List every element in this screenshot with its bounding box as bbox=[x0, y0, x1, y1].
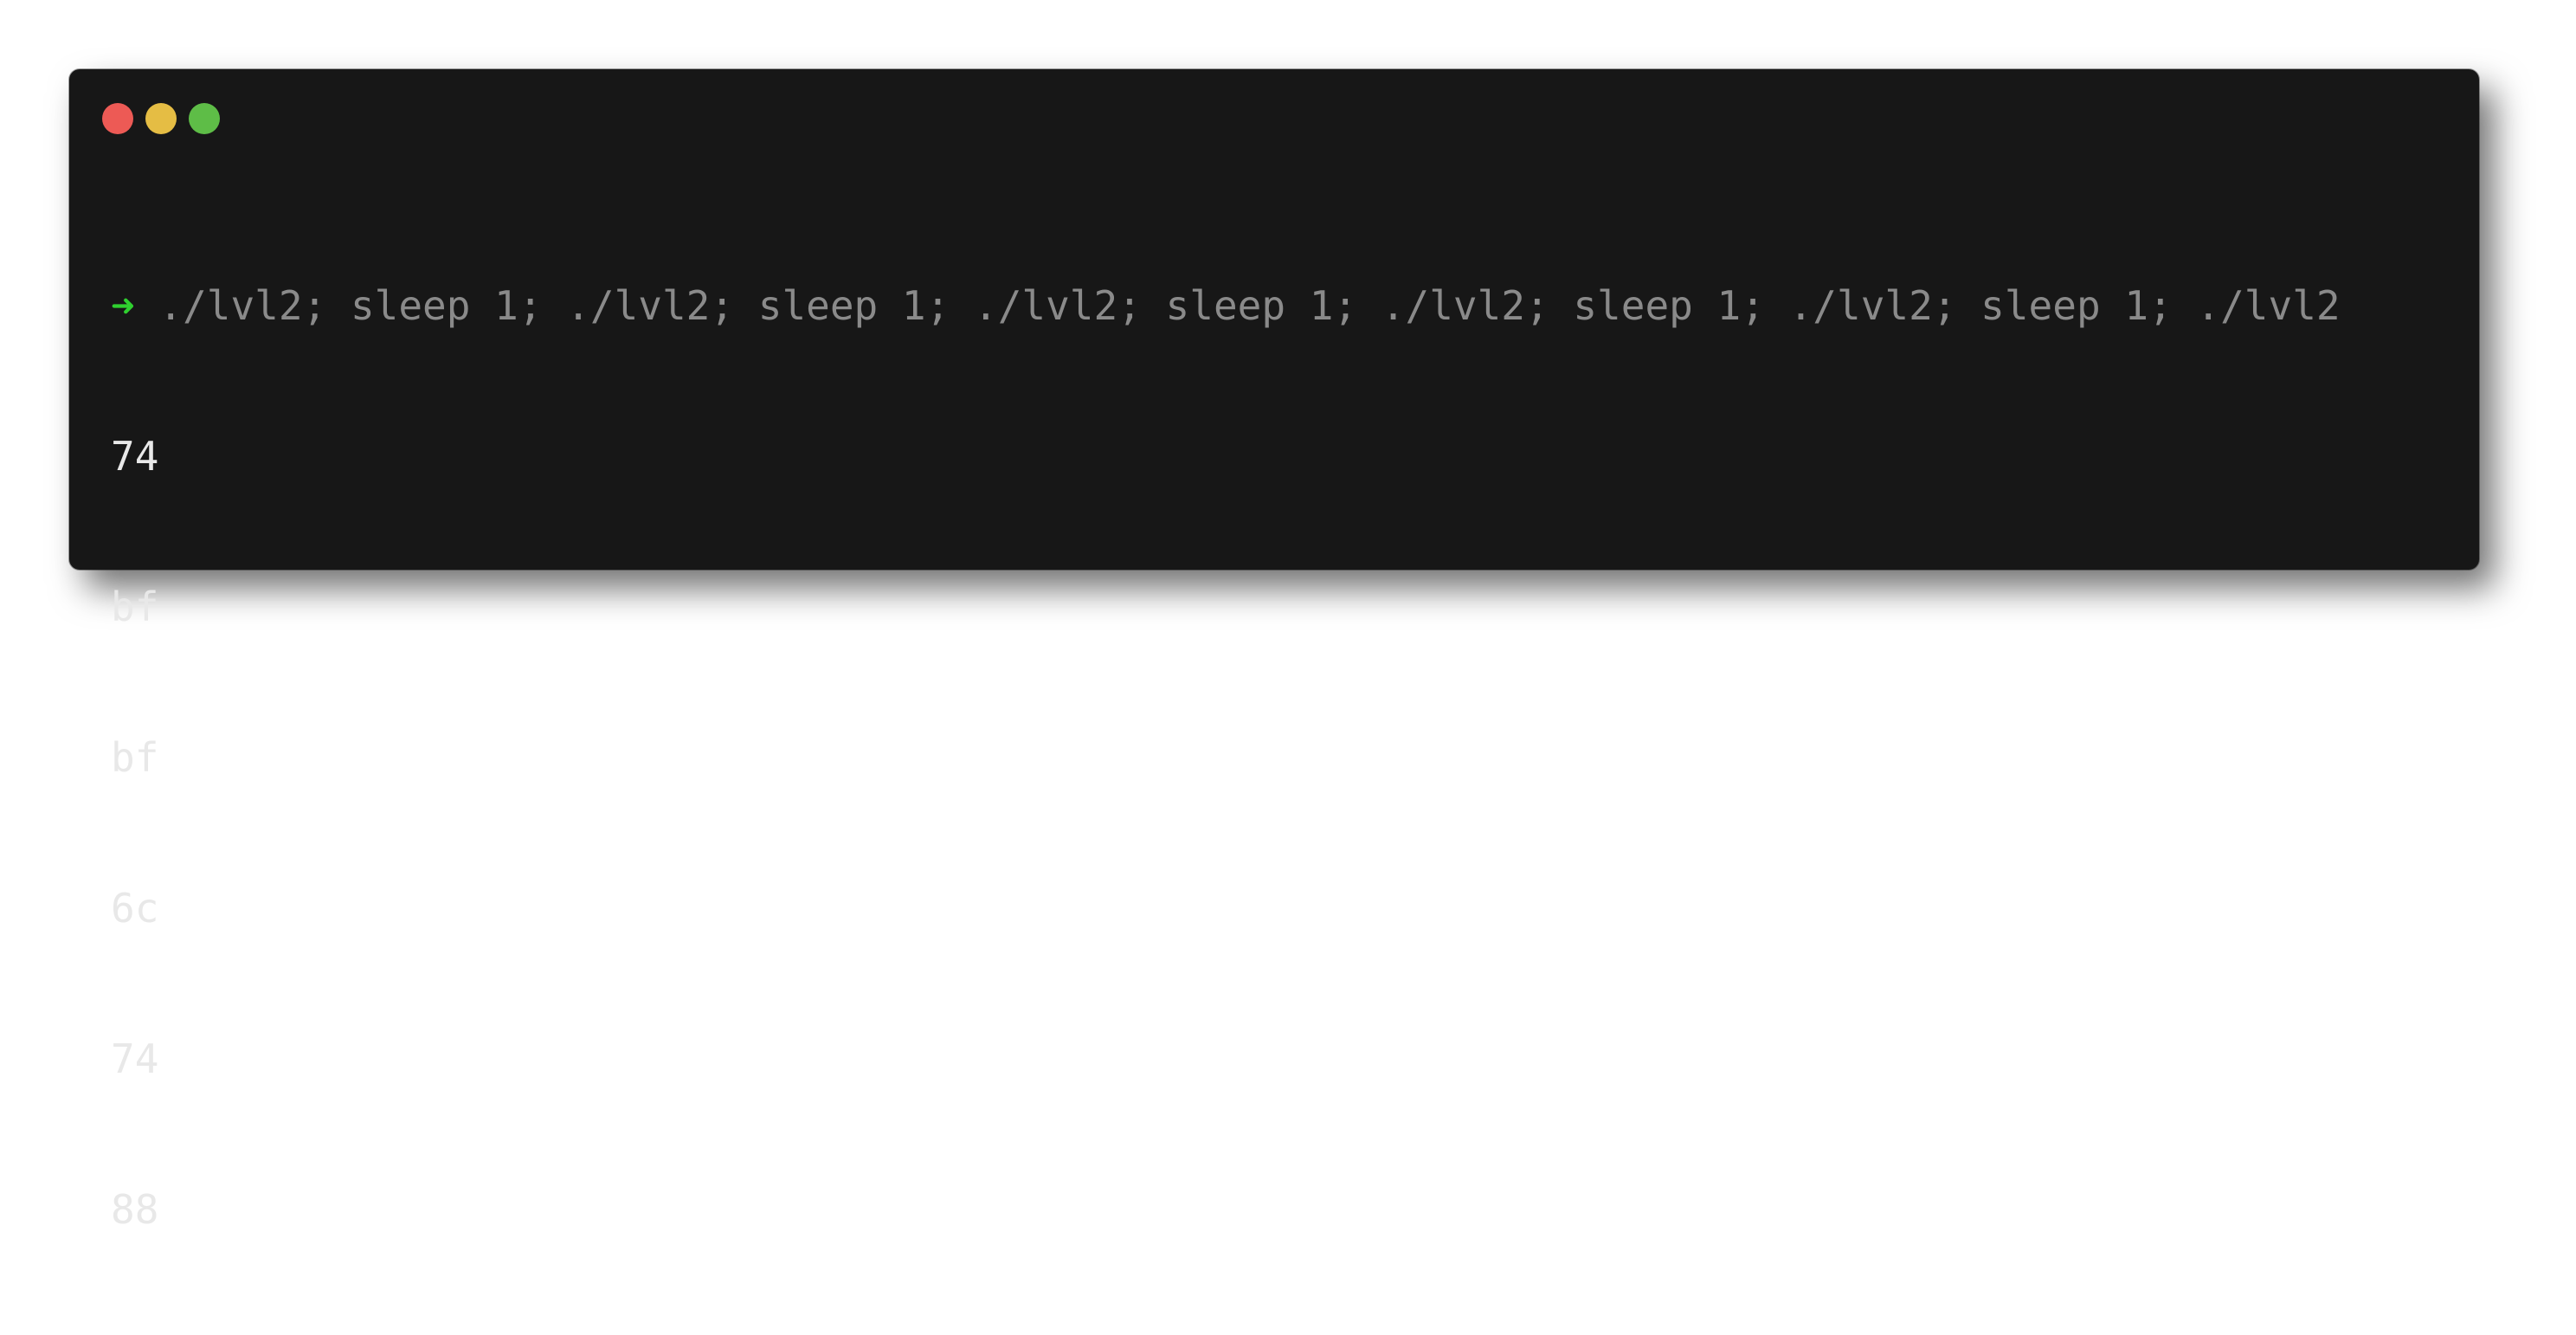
terminal-window: ➜ ./lvl2; sleep 1; ./lvl2; sleep 1; ./lv… bbox=[69, 69, 2479, 1233]
minimize-button[interactable] bbox=[145, 103, 177, 134]
output-line: 88 bbox=[111, 1186, 159, 1233]
close-button[interactable] bbox=[102, 103, 133, 134]
window-controls bbox=[102, 103, 220, 134]
command-line: ➜ ./lvl2; sleep 1; ./lvl2; sleep 1; ./lv… bbox=[111, 281, 2444, 331]
zoom-button[interactable] bbox=[189, 103, 220, 134]
output-line: 74 bbox=[111, 433, 159, 480]
command-text: ./lvl2; sleep 1; ./lvl2; sleep 1; ./lvl2… bbox=[134, 282, 2341, 329]
output-line: bf bbox=[111, 584, 159, 630]
output-line: 6c bbox=[111, 885, 159, 932]
prompt-arrow-icon: ➜ bbox=[111, 282, 135, 329]
output-line: 74 bbox=[111, 1035, 159, 1082]
output-line: bf bbox=[111, 734, 159, 781]
terminal-content[interactable]: ➜ ./lvl2; sleep 1; ./lvl2; sleep 1; ./lv… bbox=[111, 180, 2444, 1335]
